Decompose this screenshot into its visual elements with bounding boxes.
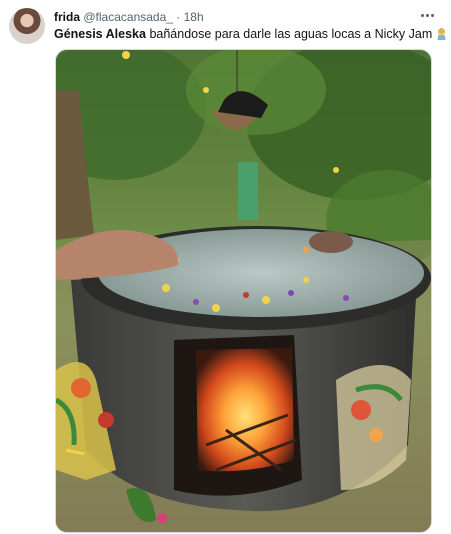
tweet-text-body: bañándose para darle las aguas locas a N… bbox=[145, 27, 433, 41]
separator-dot: · bbox=[176, 10, 181, 24]
timestamp[interactable]: 18h bbox=[184, 10, 204, 24]
tweet-media-image[interactable] bbox=[55, 49, 432, 533]
tweet-header: frida @flacacansada_ · 18h bbox=[54, 9, 431, 25]
more-horizontal-icon[interactable] bbox=[421, 9, 435, 23]
tweet-text-mention: Génesis Aleska bbox=[54, 27, 146, 41]
woman-facepalming-emoji bbox=[437, 28, 446, 40]
user-handle[interactable]: @flacacansada_ bbox=[83, 10, 173, 24]
tweet[interactable]: frida @flacacansada_ · 18h Génesis Alesk… bbox=[0, 0, 451, 534]
display-name[interactable]: frida bbox=[54, 10, 80, 24]
media-illustration bbox=[56, 50, 431, 532]
tweet-text: Génesis Aleska bañándose para darle las … bbox=[54, 26, 446, 42]
avatar[interactable] bbox=[9, 8, 45, 44]
